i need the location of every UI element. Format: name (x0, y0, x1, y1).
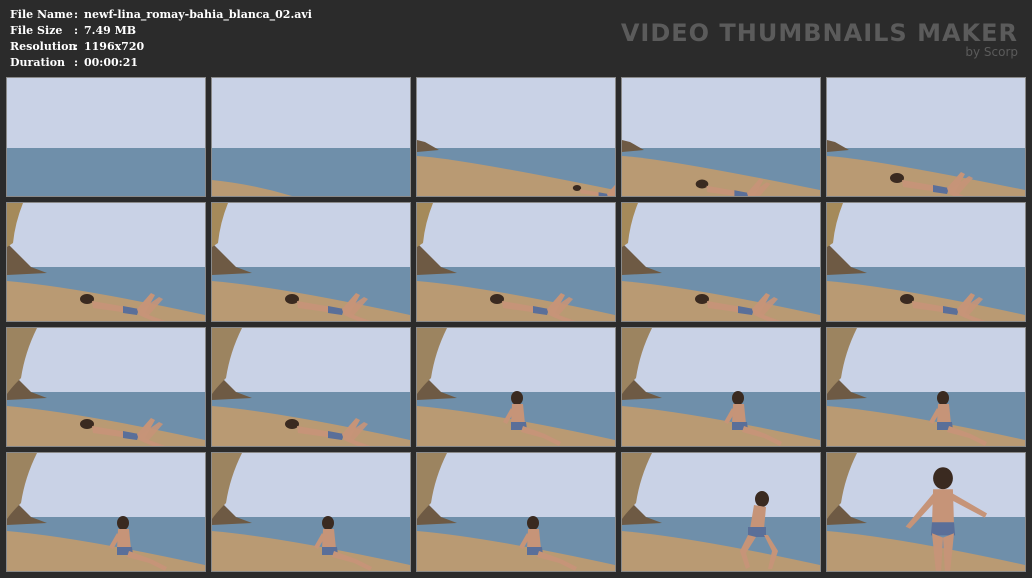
colon: : (74, 40, 79, 53)
thumbnail-frame (7, 203, 205, 321)
video-thumbnail[interactable] (6, 77, 206, 197)
file-size-label: File Size (10, 24, 63, 37)
video-thumbnail[interactable] (826, 77, 1026, 197)
file-size-value: 7.49 MB (84, 24, 137, 37)
file-name-row: File Name : newf-lina_romay-bahia_blanca… (10, 7, 312, 23)
brand-title: VIDEO THUMBNAILS MAKER (620, 19, 1018, 47)
video-thumbnail[interactable] (416, 77, 616, 197)
thumbnail-frame (417, 453, 615, 571)
thumbnail-frame (827, 328, 1025, 446)
video-thumbnail[interactable] (621, 77, 821, 197)
duration-label: Duration (10, 56, 66, 69)
thumbnail-frame (212, 78, 410, 196)
thumbnail-frame (7, 328, 205, 446)
resolution-row: Resolution : 1196x720 (10, 39, 312, 55)
thumbnail-frame (212, 453, 410, 571)
sea (7, 148, 205, 196)
thumbnail-frame (212, 203, 410, 321)
colon: : (74, 24, 79, 37)
video-thumbnail[interactable] (826, 202, 1026, 322)
colon: : (74, 56, 79, 69)
thumbnail-frame (622, 328, 820, 446)
duration-value: 00:00:21 (84, 56, 139, 69)
thumbnail-frame (827, 453, 1025, 571)
video-thumbnail[interactable] (6, 327, 206, 447)
video-thumbnail[interactable] (416, 202, 616, 322)
thumbnail-frame (622, 453, 820, 571)
video-thumbnail[interactable] (416, 452, 616, 572)
video-thumbnail[interactable] (211, 202, 411, 322)
video-thumbnail[interactable] (621, 327, 821, 447)
thumbnail-frame (417, 328, 615, 446)
video-thumbnail[interactable] (211, 452, 411, 572)
thumbnail-frame (212, 328, 410, 446)
thumbnail-frame (622, 203, 820, 321)
thumbnail-frame (622, 78, 820, 196)
resolution-label: Resolution (10, 40, 77, 53)
thumbnail-frame (417, 78, 615, 196)
video-thumbnail[interactable] (621, 452, 821, 572)
duration-row: Duration : 00:00:21 (10, 55, 312, 71)
file-name-value: newf-lina_romay-bahia_blanca_02.avi (84, 8, 312, 21)
file-info-panel: File Name : newf-lina_romay-bahia_blanca… (10, 7, 312, 71)
brand-subtitle: by Scorp (965, 45, 1018, 59)
video-thumbnail[interactable] (621, 202, 821, 322)
video-thumbnail[interactable] (826, 327, 1026, 447)
video-thumbnail[interactable] (826, 452, 1026, 572)
thumbnail-frame (827, 203, 1025, 321)
thumbnail-grid (6, 77, 1026, 572)
thumbnail-frame (827, 78, 1025, 196)
file-size-row: File Size : 7.49 MB (10, 23, 312, 39)
video-thumbnail[interactable] (416, 327, 616, 447)
file-name-label: File Name (10, 8, 73, 21)
thumbnail-frame (7, 453, 205, 571)
video-thumbnail[interactable] (211, 327, 411, 447)
thumbnail-frame (7, 78, 205, 196)
video-thumbnail[interactable] (211, 77, 411, 197)
thumbnail-frame (417, 203, 615, 321)
video-thumbnail[interactable] (6, 202, 206, 322)
colon: : (74, 8, 79, 21)
video-thumbnail[interactable] (6, 452, 206, 572)
brand-watermark: VIDEO THUMBNAILS MAKER by Scorp (621, 20, 1018, 58)
resolution-value: 1196x720 (84, 40, 145, 53)
